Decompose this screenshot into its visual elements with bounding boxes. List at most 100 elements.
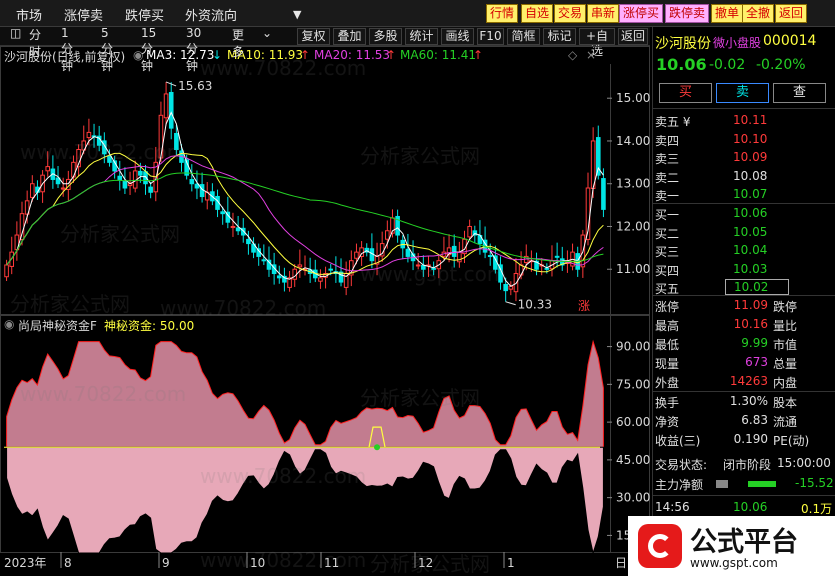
ask-row[interactable]: 卖一 10.07 bbox=[653, 186, 835, 204]
stat-label: PE(动) bbox=[773, 434, 810, 448]
stat-label: 净资 bbox=[655, 415, 680, 429]
sell-button[interactable]: 卖 bbox=[716, 83, 769, 103]
stat-value: 14263 bbox=[729, 374, 768, 388]
level-label: 卖一 bbox=[655, 189, 680, 203]
time-axis-label: 9 bbox=[162, 556, 170, 570]
time-axis-label: 2023年 bbox=[4, 556, 47, 570]
candle-body bbox=[503, 283, 508, 292]
tick-time: 14:56 bbox=[655, 500, 690, 514]
indicator-name: 尚局神秘资金F bbox=[18, 319, 97, 333]
stat-row: 换手 1.30% 股本 bbox=[653, 393, 835, 411]
level-label: 买一 bbox=[655, 208, 680, 222]
level-label: 买四 bbox=[655, 263, 680, 278]
stat-value: 9.99 bbox=[741, 336, 768, 350]
candle-body bbox=[138, 170, 143, 176]
bid-row[interactable]: 买一 10.06 bbox=[653, 205, 835, 223]
ma60-line bbox=[6, 172, 604, 266]
candle-body bbox=[385, 230, 390, 240]
limit-up-badge: 涨 bbox=[578, 298, 590, 313]
candle-body bbox=[354, 251, 359, 259]
price-change-pct: -0.20% bbox=[756, 57, 806, 73]
stat-value: 10.16 bbox=[733, 317, 768, 331]
trade-state-time: 15:00:00 bbox=[777, 456, 831, 470]
stat-row: 外盘 14263 内盘 bbox=[653, 373, 835, 391]
ind-axis-label: 30.00 bbox=[616, 491, 650, 505]
ask-row[interactable]: 卖二 10.08 bbox=[653, 168, 835, 186]
diamond-icon[interactable]: ◇ bbox=[568, 48, 577, 62]
period-tab[interactable]: 5分钟 bbox=[101, 26, 113, 74]
candle-body bbox=[451, 245, 457, 257]
candle-body bbox=[19, 213, 25, 240]
ma20-label: MA20: 11.53 bbox=[314, 48, 391, 62]
time-axis-label: 日 bbox=[615, 556, 627, 570]
candle-body bbox=[29, 183, 35, 198]
ind-axis-label: 75.00 bbox=[616, 377, 650, 391]
level-label: 卖五 ¥ bbox=[655, 115, 691, 129]
main-net-bar bbox=[748, 481, 776, 487]
indicator-value: 神秘资金: 50.00 bbox=[104, 319, 195, 333]
level-price: 10.10 bbox=[733, 131, 768, 146]
level-label: 卖四 bbox=[655, 133, 680, 148]
fn-button[interactable]: 返回 bbox=[775, 4, 808, 23]
candle-body bbox=[431, 267, 436, 270]
main-net-label: 主力净额 bbox=[655, 478, 704, 492]
candle-body bbox=[107, 155, 112, 163]
ind-axis-label: 90.00 bbox=[616, 340, 650, 354]
period-tab[interactable]: 更多 bbox=[232, 26, 244, 60]
time-axis-label: 1 bbox=[507, 556, 515, 570]
period-icon[interactable]: ◫ bbox=[10, 26, 21, 40]
period-dropdown-icon[interactable]: ⌄ bbox=[262, 26, 272, 40]
fn-button[interactable]: 全撤 bbox=[742, 4, 775, 23]
stock-code: 000014 bbox=[763, 33, 817, 49]
last-price: 10.06 bbox=[656, 55, 707, 74]
period-tab[interactable]: 分时 bbox=[29, 26, 41, 60]
stat-row: 最低 9.99 市值 bbox=[653, 335, 835, 353]
candle-body bbox=[230, 225, 236, 229]
stat-row: 最高 10.16 量比 bbox=[653, 316, 835, 334]
stat-label: 最高 bbox=[655, 319, 680, 333]
ind-axis-label: 60.00 bbox=[616, 415, 650, 429]
ask-row[interactable]: 卖五 ¥ 10.11 bbox=[653, 112, 835, 130]
stat-row: 收益(三) 0.190 PE(动) bbox=[653, 431, 835, 449]
level-label: 卖三 bbox=[655, 152, 680, 166]
candle-body bbox=[60, 187, 66, 190]
chart-header: 沙河股份(日线,前复权) ◉ MA3: 12.73 ↓ MA10: 11.93 … bbox=[0, 46, 610, 64]
fund-lower-area bbox=[6, 446, 604, 555]
price-axis-label: 12.00 bbox=[616, 219, 650, 233]
stat-value: 11.09 bbox=[733, 298, 768, 312]
time-axis-label: 12 bbox=[418, 556, 433, 570]
trade-state-label: 交易状态: bbox=[655, 458, 708, 472]
candle-body bbox=[189, 179, 195, 185]
ask-row[interactable]: 卖三 10.09 bbox=[653, 149, 835, 167]
ask-row[interactable]: 卖四 10.10 bbox=[653, 131, 835, 149]
candle-body bbox=[276, 275, 282, 279]
candle-body bbox=[292, 268, 298, 280]
candle-body bbox=[544, 267, 550, 270]
candle-body bbox=[45, 166, 51, 172]
candle-body bbox=[415, 264, 421, 267]
candle-body bbox=[163, 93, 169, 119]
indicator-icon[interactable]: ◉ bbox=[4, 317, 14, 331]
ma10-arrow-icon: ↑ bbox=[300, 48, 311, 62]
buy-button[interactable]: 买 bbox=[659, 83, 712, 103]
divider bbox=[653, 295, 835, 296]
main-net-value: -15.52 bbox=[795, 476, 834, 490]
bid-row[interactable]: 买三 10.04 bbox=[653, 242, 835, 260]
price-axis-label: 14.00 bbox=[616, 134, 650, 148]
bid-row[interactable]: 买四 10.03 bbox=[653, 261, 835, 279]
query-button[interactable]: 查 bbox=[773, 83, 826, 103]
period-tab[interactable]: 15分钟 bbox=[141, 26, 156, 74]
level-price: 10.06 bbox=[733, 206, 768, 220]
kline-chart[interactable]: 15.00 14.00 13.00 12.00 11.00 90.00 75.00 60.00… bbox=[0, 0, 650, 576]
fn-button[interactable]: 撤单 bbox=[711, 4, 744, 23]
fn-button[interactable]: 跌停卖 bbox=[665, 4, 710, 23]
main-net-arrow-icon[interactable] bbox=[716, 480, 728, 488]
candle-body bbox=[86, 131, 92, 139]
level-label: 买二 bbox=[655, 226, 680, 241]
low-marker-line bbox=[505, 301, 516, 306]
period-tab[interactable]: 1分钟 bbox=[61, 26, 73, 74]
close-icon[interactable]: × bbox=[586, 48, 596, 62]
bid-row[interactable]: 买二 10.05 bbox=[653, 224, 835, 242]
period-tab[interactable]: 30分钟 bbox=[186, 26, 201, 74]
candle-body bbox=[554, 255, 560, 258]
